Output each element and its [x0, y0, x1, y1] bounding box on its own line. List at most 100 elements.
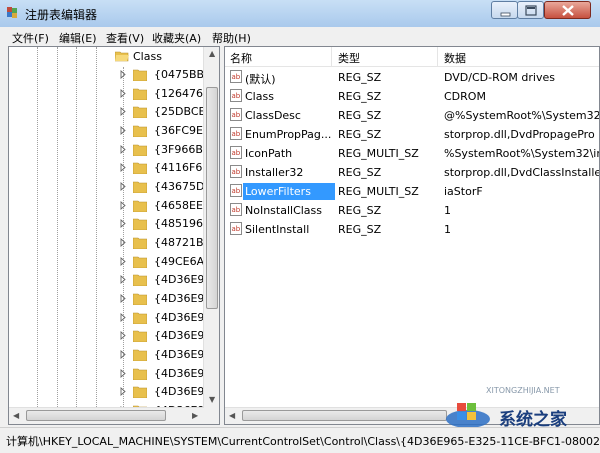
values-list-pane[interactable]: 名称 类型 数据 ab (默认) REG_SZ DVD/CD-ROM drive… [224, 46, 600, 425]
expand-arrow-icon[interactable] [120, 219, 127, 228]
tree-item[interactable]: {4D36E969 [9, 345, 218, 364]
value-row[interactable]: ab Installer32 REG_SZ storprop.dll,DvdCl… [225, 163, 599, 182]
tree-horizontal-scrollbar[interactable]: ◀ ▶ [9, 407, 203, 424]
scroll-right-arrow-icon[interactable]: ▶ [192, 411, 198, 420]
svg-text:ab: ab [232, 92, 241, 100]
list-hscroll-thumb[interactable] [242, 410, 447, 421]
expand-arrow-icon[interactable] [120, 163, 127, 172]
window-title: 注册表编辑器 [25, 8, 98, 22]
watermark-url: XITONGZHIJIA.NET [486, 386, 560, 395]
value-row[interactable]: ab EnumPropPag... REG_SZ storprop.dll,Dv… [225, 125, 599, 144]
column-header-data[interactable]: 数据 [444, 50, 466, 66]
tree-item[interactable]: {4116F60B [9, 158, 217, 177]
column-divider[interactable] [331, 47, 332, 66]
value-row[interactable]: ab ClassDesc REG_SZ @%SystemRoot%\System… [225, 106, 599, 125]
tree-item[interactable]: {36FC9E60 [9, 121, 217, 140]
expand-arrow-icon[interactable] [120, 126, 127, 135]
tree-item[interactable]: {0475BB51 [9, 65, 218, 84]
menu-view[interactable]: 查看(V) [106, 30, 144, 46]
column-header: 名称 类型 数据 [225, 47, 599, 67]
tree-item[interactable]: {4D36E966 [9, 289, 218, 308]
column-header-name[interactable]: 名称 [230, 50, 252, 66]
tree-item[interactable]: {48721B56 [9, 233, 218, 252]
tree-item[interactable]: {1264760F [9, 84, 216, 103]
svg-text:ab: ab [232, 149, 241, 157]
value-row[interactable]: ab (默认) REG_SZ DVD/CD-ROM drives [225, 68, 599, 87]
tree-item[interactable]: {4D36E968 [9, 326, 218, 345]
expand-arrow-icon[interactable] [120, 350, 127, 359]
expand-arrow-icon[interactable] [120, 275, 127, 284]
column-divider[interactable] [437, 47, 438, 66]
svg-text:ab: ab [232, 73, 241, 81]
menu-file[interactable]: 文件(F) [12, 30, 49, 46]
tree-item-class[interactable]: Class [9, 47, 205, 66]
expand-arrow-icon[interactable] [120, 331, 127, 340]
minimize-icon [500, 12, 511, 17]
tree-item[interactable]: {4658EE7E [9, 196, 217, 215]
value-name: EnumPropPag... [245, 128, 332, 141]
minimize-button[interactable] [491, 1, 518, 19]
value-row-selected[interactable]: ab LowerFilters REG_MULTI_SZ iaStorF [225, 182, 599, 201]
title-bar[interactable]: 注册表编辑器 [0, 0, 600, 27]
scroll-up-arrow-icon[interactable]: ▲ [209, 49, 215, 58]
close-button[interactable] [544, 1, 591, 19]
key-tree-pane[interactable]: Class {0475BB51 {1264760F {25DBCE51 {36F… [8, 46, 220, 425]
expand-arrow-icon[interactable] [120, 182, 127, 191]
tree-item[interactable]: {49CE6AC8 [9, 252, 219, 271]
expand-arrow-icon[interactable] [120, 257, 127, 266]
maximize-icon [525, 5, 537, 16]
value-row[interactable]: ab SilentInstall REG_SZ 1 [225, 220, 599, 239]
value-row[interactable]: ab Class REG_SZ CDROM [225, 87, 599, 106]
tree-item-selected-key[interactable]: {4D36E965 [9, 270, 218, 289]
value-data: storprop.dll,DvdPropagePro [444, 128, 595, 141]
tree-scroll-thumb[interactable] [206, 87, 218, 309]
expand-arrow-icon[interactable] [120, 145, 127, 154]
value-data: iaStorF [444, 185, 483, 198]
folder-icon [133, 312, 147, 324]
expand-arrow-icon[interactable] [120, 294, 127, 303]
folder-icon [133, 125, 147, 137]
expand-arrow-icon[interactable] [120, 89, 127, 98]
scroll-down-arrow-icon[interactable]: ▼ [209, 395, 215, 404]
string-value-icon: ab [230, 89, 242, 102]
string-value-icon: ab [230, 184, 242, 197]
tree-item[interactable]: {43675D81 [9, 177, 218, 196]
string-value-icon: ab [230, 222, 242, 235]
tree-vertical-scrollbar[interactable]: ▲ ▼ [203, 47, 219, 409]
column-header-type[interactable]: 类型 [338, 50, 360, 66]
tree-item[interactable]: {4D36E96B [9, 382, 219, 401]
folder-icon [133, 349, 147, 361]
expand-arrow-icon[interactable] [120, 201, 127, 210]
tree-item[interactable]: {4D36E96A [9, 364, 219, 383]
value-type: REG_MULTI_SZ [338, 147, 419, 160]
scroll-left-arrow-icon[interactable]: ◀ [13, 411, 19, 420]
expand-arrow-icon[interactable] [120, 313, 127, 322]
value-type: REG_SZ [338, 166, 382, 179]
scroll-left-arrow-icon[interactable]: ◀ [229, 411, 235, 420]
tree-item-label: Class [133, 50, 162, 63]
tree-item[interactable]: {4D36E967 [9, 308, 218, 327]
expand-arrow-icon[interactable] [120, 369, 127, 378]
value-name: NoInstallClass [245, 204, 323, 217]
expand-arrow-icon[interactable] [120, 387, 127, 396]
key-path: 计算机\HKEY_LOCAL_MACHINE\SYSTEM\CurrentCon… [6, 435, 600, 448]
value-name: IconPath [245, 147, 293, 160]
expand-arrow-icon[interactable] [120, 70, 127, 79]
value-row[interactable]: ab IconPath REG_MULTI_SZ %SystemRoot%\Sy… [225, 144, 599, 163]
close-icon [562, 5, 574, 16]
tree-item[interactable]: {25DBCE51 [9, 102, 219, 121]
tree-item[interactable]: {48519640 [9, 214, 217, 233]
menu-edit[interactable]: 编辑(E) [59, 30, 97, 46]
menu-help[interactable]: 帮助(H) [212, 30, 251, 46]
tree-hscroll-thumb[interactable] [26, 410, 166, 421]
folder-icon [133, 200, 147, 212]
string-value-icon: ab [230, 146, 242, 159]
folder-icon [133, 181, 147, 193]
folder-icon [133, 386, 147, 398]
menu-favorites[interactable]: 收藏夹(A) [152, 30, 201, 46]
tree-item[interactable]: {3F966BD9 [9, 140, 218, 159]
maximize-button[interactable] [517, 1, 544, 19]
value-row[interactable]: ab NoInstallClass REG_SZ 1 [225, 201, 599, 220]
expand-arrow-icon[interactable] [120, 238, 127, 247]
expand-arrow-icon[interactable] [120, 107, 127, 116]
